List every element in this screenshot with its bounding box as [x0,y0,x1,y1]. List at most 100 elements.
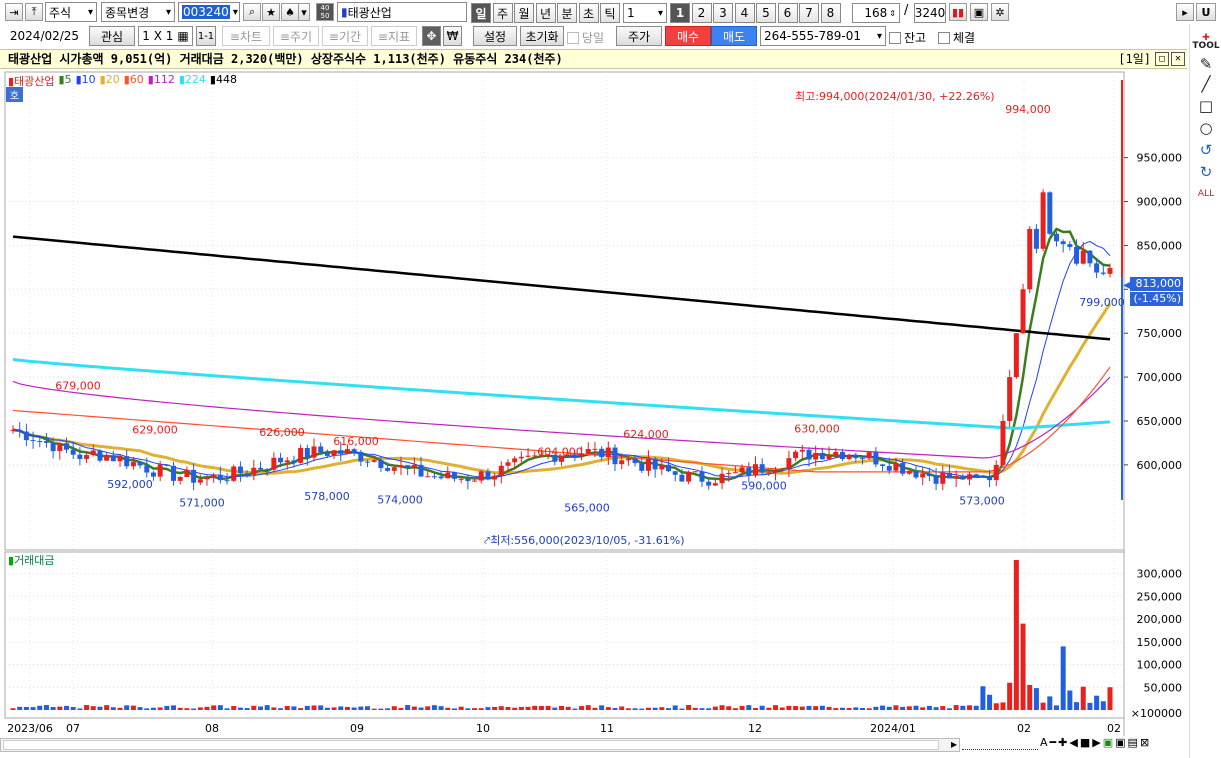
legend-item[interactable]: ▮20 [100,73,120,89]
buy-button[interactable]: 매수 [665,26,711,46]
volume-tick-label: 100,000 [1137,659,1183,672]
balance-checkbox[interactable]: 잔고 [889,29,926,46]
candle-icon[interactable]: ▮▮ [949,3,967,21]
move-icon[interactable]: ✥ [422,26,441,46]
chart-count-5-button[interactable]: 5 [756,3,776,23]
star-icon[interactable]: ★ [262,3,280,21]
period-2-button[interactable]: 월 [514,3,534,23]
period-0-button[interactable]: 일 [471,3,491,23]
fullscreen-icon[interactable]: ⊠ [1140,736,1149,749]
side-panel-button[interactable]: ▸ [1176,3,1194,21]
excel-icon[interactable]: ▣ [1103,736,1113,749]
print-icon[interactable]: ▤ [1128,736,1138,749]
won-icon[interactable]: ₩ [443,26,462,46]
volume-bar [344,706,350,710]
pen-icon[interactable]: ✎ [1196,54,1216,74]
close-icon[interactable]: ✕ [1171,52,1185,66]
indicator-button[interactable]: ≡지표 [371,26,417,46]
executed-checkbox[interactable]: 체결 [938,29,975,46]
plus-icon[interactable]: ✚ [1058,736,1067,749]
change-item-select[interactable]: 종목변경 [101,2,175,22]
stop-icon[interactable]: ■ [1080,736,1090,749]
legend-item[interactable]: ▮5 [59,73,72,89]
period-1-button[interactable]: 주 [492,3,513,23]
interest-button[interactable]: 관심 [89,26,135,46]
zoom-slider[interactable] [962,740,1038,750]
chart-count-8-button[interactable]: 8 [820,3,841,23]
price-button[interactable]: 주가 [616,26,662,46]
search-icon[interactable]: ⌕ [243,3,261,21]
chart-count-7-button[interactable]: 7 [799,3,819,23]
chart-area[interactable]: 950,000900,000850,000800,000750,000700,0… [0,70,1187,758]
indicator-button-label: ≡지표 [377,29,411,44]
tool-icon[interactable]: ✚ TOOL [1192,32,1219,52]
volume-bar [97,706,103,710]
sameday-checkbox[interactable]: 당일 [567,29,604,46]
stats-icon[interactable]: 40 50 [316,3,334,21]
market-type-select[interactable]: 주식 [45,2,97,22]
next-icon[interactable]: ▶ [1092,736,1100,749]
stock-name-field[interactable]: ▮ 태광산업 [337,2,467,22]
volume-bar [886,706,892,710]
rectangle-icon[interactable]: □ [1196,96,1216,116]
prev-icon[interactable]: ◀ [1069,736,1077,749]
candle-body [940,472,946,484]
scrollbar[interactable]: ▸ [0,737,960,752]
save-icon[interactable]: ▣ [970,3,988,21]
period-button[interactable]: ≡기간 [322,26,368,46]
scroll-right-icon[interactable]: ▸ [951,737,957,751]
pin-icon[interactable]: ⇥ [5,3,23,21]
candle-body [391,467,397,471]
account-select[interactable]: 264-555-789-01 [760,26,886,46]
high-price-label: 629,000 [132,423,178,436]
count-input[interactable]: 168 ⇕ [852,3,900,23]
chart-count-1-button[interactable]: 1 [670,3,690,23]
period-3-button[interactable]: 년 [535,3,556,23]
sell-button[interactable]: 매도 [711,26,757,46]
minus-icon[interactable]: ━ [1050,736,1057,749]
candle-body [458,478,464,480]
ho-badge[interactable]: 호 [6,87,23,102]
legend-item[interactable]: ▮60 [124,73,144,89]
volume-bar [752,707,758,710]
period-value-select[interactable]: 1 [623,3,667,23]
legend-item[interactable]: ▮10 [76,73,96,89]
circle-icon[interactable]: ○ [1196,118,1216,138]
sell-label: 매도 [722,29,746,44]
settings-button[interactable]: 설정 [473,26,517,46]
dropdown-arrow-icon[interactable]: ▾ [298,3,310,21]
chart-count-3-button[interactable]: 3 [713,3,733,23]
undo-icon[interactable]: ↺ [1196,140,1216,160]
volume-bar [846,708,852,710]
chart-button[interactable]: ≡차트 [222,26,270,46]
candle-body [779,468,785,470]
line-icon[interactable]: ╱ [1196,74,1216,94]
period-4-button[interactable]: 분 [557,3,577,23]
period-6-button[interactable]: 틱 [600,3,620,23]
date-field[interactable]: 2024/02/25 [3,26,86,46]
spade-icon[interactable]: ♠ [281,3,299,21]
layout-select[interactable]: 1 X 1 ▦ [138,26,193,46]
cycle-button[interactable]: ≡주기 [273,26,319,46]
redo-icon[interactable]: ↻ [1196,162,1216,182]
legend-item[interactable]: ▮224 [179,73,206,89]
maximize-icon[interactable]: □ [1155,52,1169,66]
chart-count-2-button[interactable]: 2 [691,3,712,23]
delete-all-icon[interactable]: ALL [1196,184,1216,204]
one-one-button[interactable]: 1-1 [196,26,216,46]
reset-button[interactable]: 초기화 [520,26,564,46]
legend-item[interactable]: ▮448 [210,73,237,89]
price-chart[interactable]: 950,000900,000850,000800,000750,000700,0… [0,70,1187,758]
gear-icon[interactable]: ✲ [991,3,1009,21]
period-5-button[interactable]: 초 [578,3,599,23]
volume-bar [1087,702,1093,710]
save-image-icon[interactable]: ▣ [1115,736,1125,749]
zoom-out-icon[interactable]: A [1040,736,1048,749]
stock-code-input[interactable]: 003240 [178,2,240,22]
user-button[interactable]: U [1196,3,1216,21]
chart-count-4-button[interactable]: 4 [734,3,755,23]
legend-item[interactable]: ▮112 [148,73,175,89]
top-icon[interactable]: ⤒ [25,3,43,21]
chart-count-6-button[interactable]: 6 [777,3,798,23]
scroll-thumb[interactable] [3,740,939,750]
